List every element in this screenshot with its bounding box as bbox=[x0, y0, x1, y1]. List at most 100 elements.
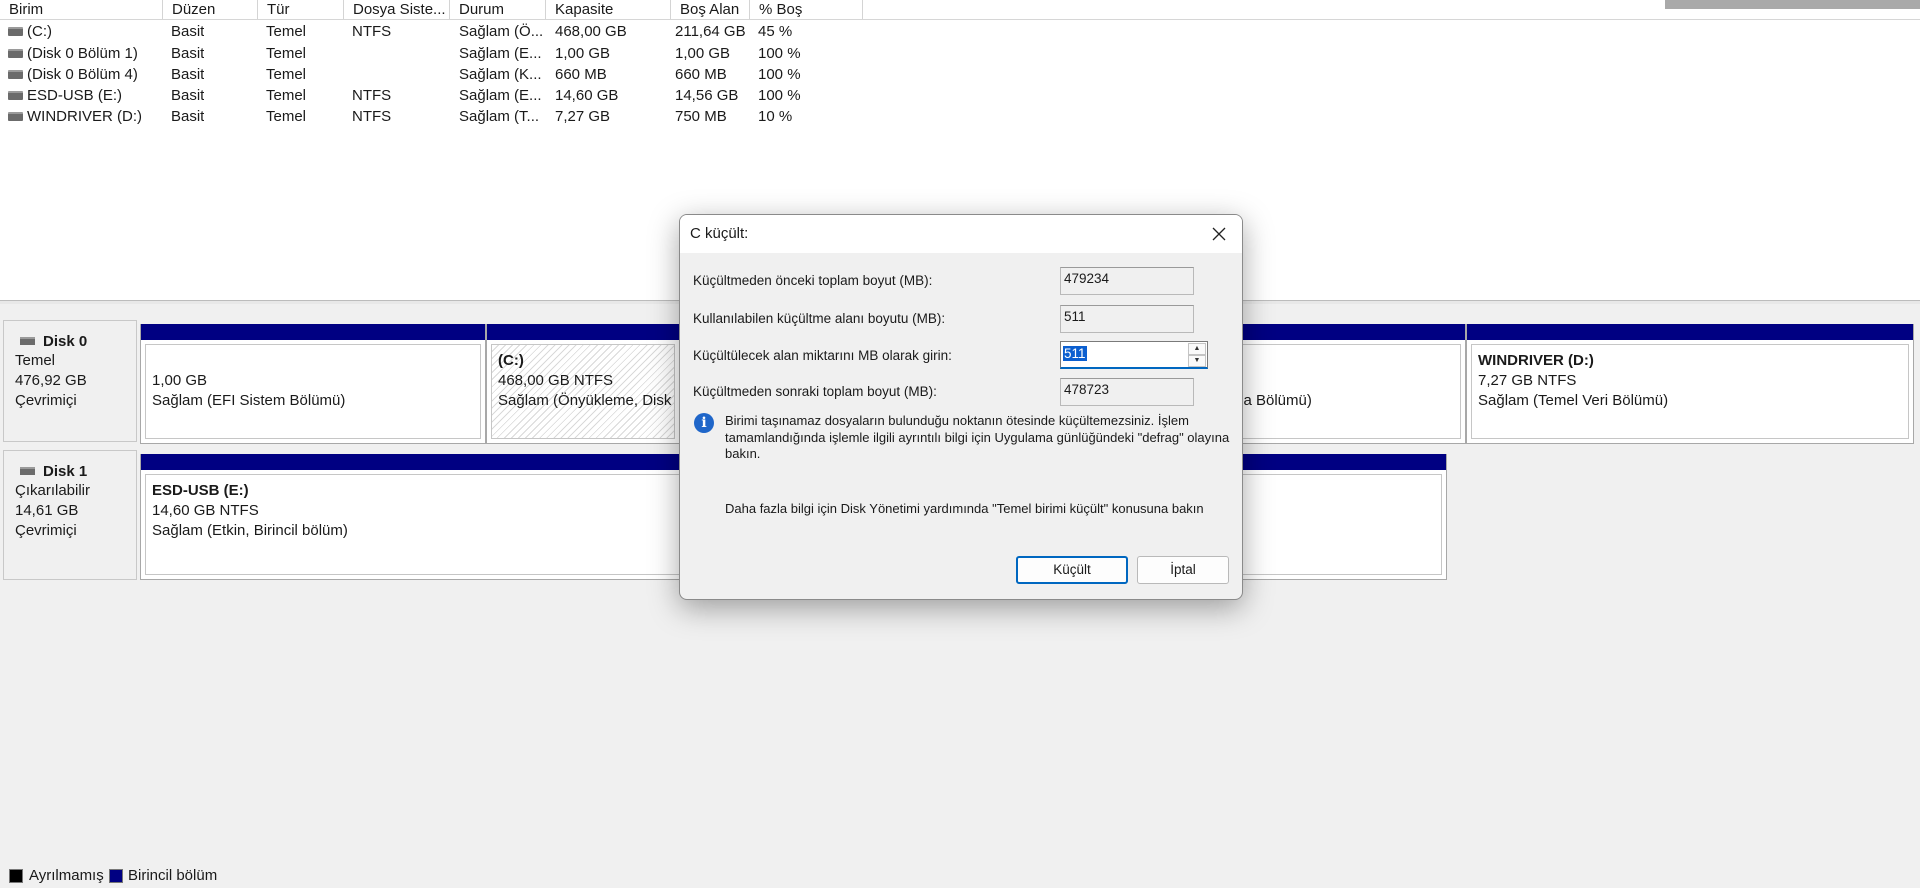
table-row[interactable]: (C:) Basit Temel NTFS Sağlam (Ö... 468,0… bbox=[0, 21, 900, 42]
cell-duzen: Basit bbox=[171, 108, 205, 125]
legend-unallocated: Ayrılmamış bbox=[29, 867, 104, 884]
cell-yuzde: 100 % bbox=[758, 66, 801, 83]
cell-kapasite: 468,00 GB bbox=[555, 23, 627, 40]
cell-yuzde: 100 % bbox=[758, 87, 801, 104]
cell-duzen: Basit bbox=[171, 45, 205, 62]
cell-dosya: NTFS bbox=[352, 23, 392, 40]
primary-swatch-icon bbox=[109, 869, 123, 883]
partition-efi[interactable]: 1,00 GB Sağlam (EFI Sistem Bölümü) bbox=[140, 324, 486, 444]
cell-yuzde: 100 % bbox=[758, 45, 801, 62]
partition-bar bbox=[1220, 324, 1465, 340]
info-icon: i bbox=[694, 413, 714, 433]
partition-body: (C:) 468,00 GB NTFS Sağlam (Önyükleme, D… bbox=[491, 344, 675, 439]
legend-primary: Birincil bölüm bbox=[128, 867, 218, 884]
table-row[interactable]: ESD-USB (E:) Basit Temel NTFS Sağlam (E.… bbox=[0, 85, 900, 106]
cell-tur: Temel bbox=[266, 45, 307, 62]
cell-bos: 211,64 GB bbox=[675, 23, 746, 40]
partition-name: WINDRIVER (D:) bbox=[1478, 352, 1594, 369]
total-after-field: 478723 bbox=[1060, 378, 1194, 406]
cell-tur: Temel bbox=[266, 23, 307, 40]
total-before-label: Küçültmeden önceki toplam boyut (MB): bbox=[693, 273, 933, 288]
cell-tur: Temel bbox=[266, 108, 307, 125]
column-header-bos-alan[interactable]: Boş Alan bbox=[671, 0, 750, 19]
cell-durum: Sağlam (K... bbox=[459, 66, 542, 83]
partition-body: rma Bölümü) bbox=[1220, 344, 1461, 439]
table-row[interactable]: (Disk 0 Bölüm 4) Basit Temel Sağlam (K..… bbox=[0, 64, 900, 85]
partition-status: Sağlam (EFI Sistem Bölümü) bbox=[152, 392, 346, 409]
cell-tur: Temel bbox=[266, 87, 307, 104]
cell-birim: (Disk 0 Bölüm 4) bbox=[27, 66, 138, 83]
cell-kapasite: 7,27 GB bbox=[555, 108, 611, 125]
cell-durum: Sağlam (T... bbox=[459, 108, 540, 125]
shrink-dialog: C küçült: Küçültmeden önceki toplam boyu… bbox=[679, 214, 1243, 600]
column-header-yuzde-bos[interactable]: % Boş bbox=[750, 0, 863, 19]
cancel-button[interactable]: İptal bbox=[1137, 556, 1229, 584]
amount-label: Küçültülecek alan miktarını MB olarak gi… bbox=[693, 348, 952, 363]
column-header-dosya-sistemi[interactable]: Dosya Siste... bbox=[344, 0, 450, 19]
disk-size: 14,61 GB bbox=[15, 502, 79, 519]
available-field: 511 bbox=[1060, 305, 1194, 333]
table-row[interactable]: (Disk 0 Bölüm 1) Basit Temel Sağlam (E..… bbox=[0, 43, 900, 64]
partition-size: 468,00 GB NTFS bbox=[498, 372, 614, 389]
cell-birim: (Disk 0 Bölüm 1) bbox=[27, 45, 138, 62]
shrink-amount-input[interactable]: 511 bbox=[1063, 346, 1087, 361]
disk-icon bbox=[20, 337, 35, 345]
cell-durum: Sağlam (E... bbox=[459, 45, 542, 62]
partition-bar bbox=[1467, 324, 1913, 340]
disk-type: Çıkarılabilir bbox=[15, 482, 91, 499]
cell-yuzde: 10 % bbox=[758, 108, 793, 125]
spin-up-button[interactable]: ▲ bbox=[1188, 343, 1206, 355]
table-row[interactable]: WINDRIVER (D:) Basit Temel NTFS Sağlam (… bbox=[0, 106, 900, 127]
horizontal-scrollbar-thumb[interactable] bbox=[1665, 0, 1920, 9]
dialog-titlebar[interactable]: C küçült: bbox=[680, 215, 1242, 253]
partition-bar bbox=[487, 324, 679, 340]
cell-birim: ESD-USB (E:) bbox=[27, 87, 123, 104]
total-before-field: 479234 bbox=[1060, 267, 1194, 295]
partition-body: WINDRIVER (D:) 7,27 GB NTFS Sağlam (Teme… bbox=[1471, 344, 1909, 439]
cell-duzen: Basit bbox=[171, 66, 205, 83]
partition-body: 1,00 GB Sağlam (EFI Sistem Bölümü) bbox=[145, 344, 481, 439]
disk-0-label[interactable]: Disk 0 Temel 476,92 GB Çevrimiçi bbox=[3, 320, 137, 442]
cell-kapasite: 660 MB bbox=[555, 66, 607, 83]
column-header-duzen[interactable]: Düzen bbox=[163, 0, 258, 19]
cell-kapasite: 14,60 GB bbox=[555, 87, 619, 104]
cell-bos: 660 MB bbox=[675, 66, 727, 83]
partition-name: (C:) bbox=[498, 352, 524, 369]
partition-status: rma Bölümü) bbox=[1226, 392, 1312, 409]
column-header-durum[interactable]: Durum bbox=[450, 0, 546, 19]
cell-bos: 14,56 GB bbox=[675, 87, 739, 104]
cell-bos: 1,00 GB bbox=[675, 45, 731, 62]
disk-1-label[interactable]: Disk 1 Çıkarılabilir 14,61 GB Çevrimiçi bbox=[3, 450, 137, 580]
spin-down-button[interactable]: ▼ bbox=[1188, 355, 1206, 367]
unallocated-swatch-icon bbox=[9, 869, 23, 883]
close-button[interactable] bbox=[1196, 215, 1242, 253]
partition-c[interactable]: (C:) 468,00 GB NTFS Sağlam (Önyükleme, D… bbox=[486, 324, 680, 444]
partition-recovery[interactable]: rma Bölümü) bbox=[1220, 324, 1466, 444]
cell-bos: 750 MB bbox=[675, 108, 727, 125]
cell-durum: Sağlam (E... bbox=[459, 87, 542, 104]
column-header-birim[interactable]: Birim bbox=[0, 0, 163, 19]
cell-kapasite: 1,00 GB bbox=[555, 45, 611, 62]
partition-d[interactable]: WINDRIVER (D:) 7,27 GB NTFS Sağlam (Teme… bbox=[1466, 324, 1914, 444]
cell-yuzde: 45 % bbox=[758, 23, 793, 40]
disk-type: Temel bbox=[15, 352, 56, 369]
total-after-label: Küçültmeden sonraki toplam boyut (MB): bbox=[693, 384, 937, 399]
partition-size: 1,00 GB bbox=[152, 372, 208, 389]
drive-icon bbox=[8, 91, 23, 100]
available-label: Kullanılabilen küçültme alanı boyutu (MB… bbox=[693, 311, 946, 326]
cell-duzen: Basit bbox=[171, 23, 205, 40]
column-header-tur[interactable]: Tür bbox=[258, 0, 344, 19]
cell-dosya: NTFS bbox=[352, 108, 392, 125]
cell-tur: Temel bbox=[266, 66, 307, 83]
close-icon bbox=[1212, 227, 1226, 241]
drive-icon bbox=[8, 49, 23, 58]
partition-size: 7,27 GB NTFS bbox=[1478, 372, 1577, 389]
disk-status: Çevrimiçi bbox=[15, 392, 77, 409]
drive-icon bbox=[8, 112, 23, 121]
drive-icon bbox=[8, 70, 23, 79]
shrink-amount-stepper[interactable]: 511 ▲ ▼ bbox=[1060, 341, 1208, 369]
disk-size: 476,92 GB bbox=[15, 372, 87, 389]
column-header-kapasite[interactable]: Kapasite bbox=[546, 0, 671, 19]
disk-name: Disk 0 bbox=[43, 332, 88, 350]
shrink-button[interactable]: Küçült bbox=[1016, 556, 1128, 584]
